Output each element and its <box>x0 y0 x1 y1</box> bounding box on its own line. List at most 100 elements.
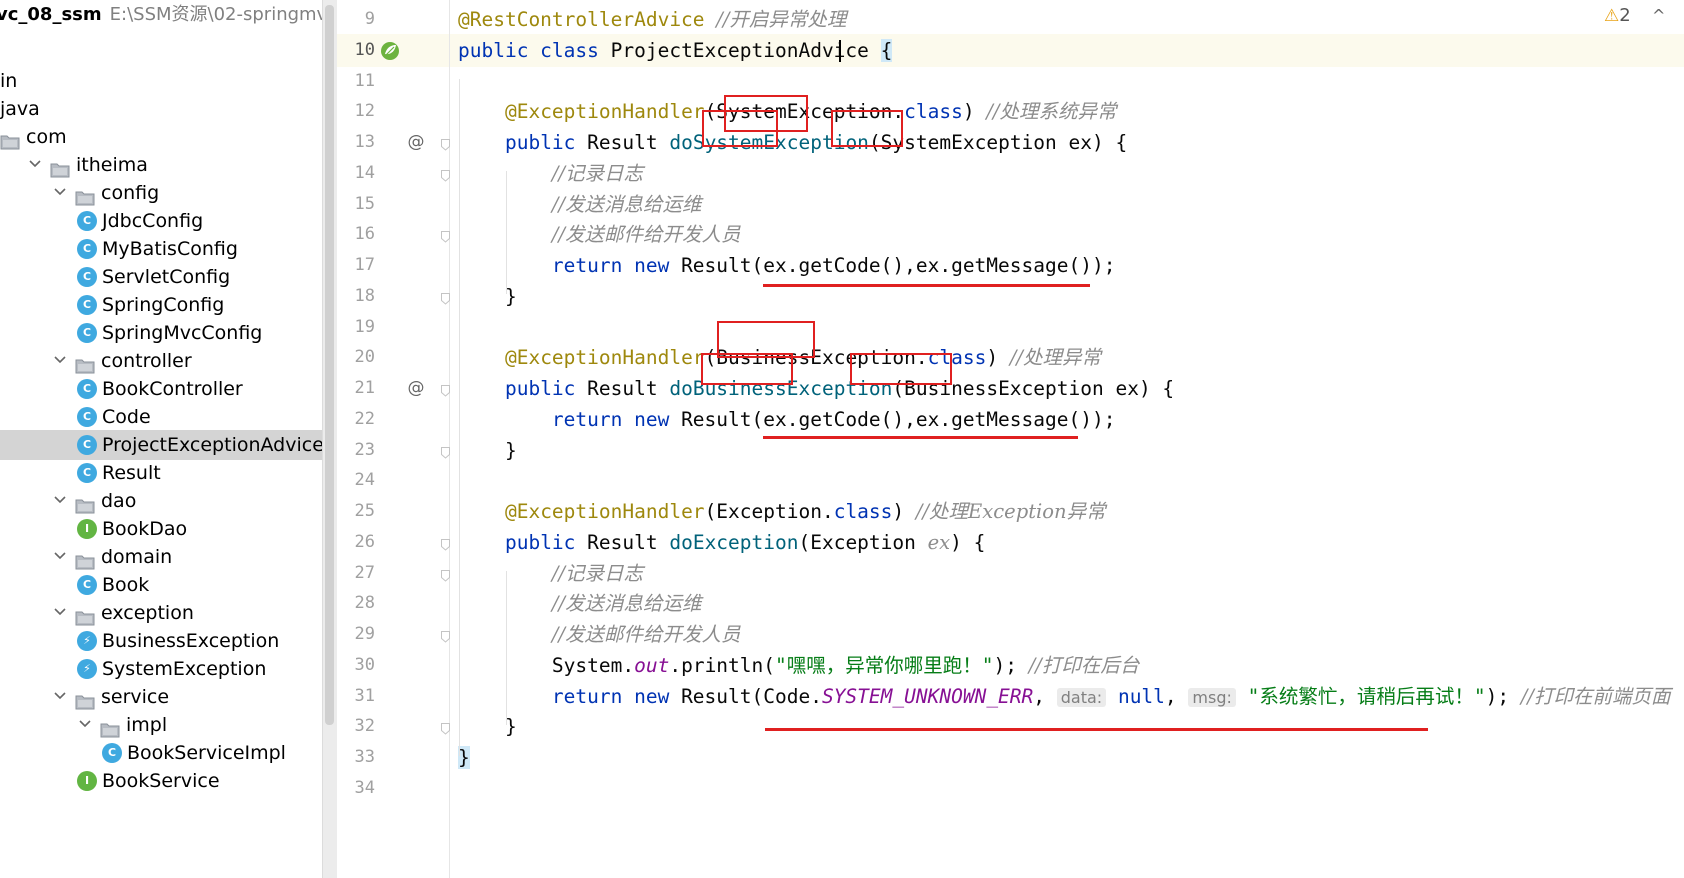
gutter-line: 21 @ <box>337 372 450 405</box>
project-tree[interactable]: vc_08_ssm E:\SSM资源\02-springmvc\d in java c… <box>0 0 322 878</box>
tree-item[interactable]: config <box>0 178 322 208</box>
chevron-down-icon[interactable] <box>52 682 70 712</box>
code-token: Result <box>587 377 670 400</box>
code-line[interactable]: } <box>450 710 1684 743</box>
code-line[interactable] <box>450 65 1684 98</box>
override-icon[interactable]: @ <box>407 133 425 151</box>
fold-icon[interactable] <box>441 167 450 182</box>
fold-icon[interactable] <box>441 444 450 459</box>
fold-icon[interactable] <box>441 228 450 243</box>
tree-item[interactable]: C SpringConfig <box>0 290 322 320</box>
fold-icon[interactable] <box>441 536 450 551</box>
chevron-down-icon[interactable] <box>52 542 70 572</box>
tree-item[interactable]: dao <box>0 486 322 516</box>
code-token: Result(ex.getCode(),ex.getMessage()); <box>681 254 1116 277</box>
fold-icon[interactable] <box>441 136 450 151</box>
code-line[interactable]: public Result doSystemException(SystemEx… <box>450 126 1684 159</box>
tree-item[interactable]: C ProjectExceptionAdvice <box>0 430 322 460</box>
collapse-icon[interactable]: ^ <box>1652 4 1665 28</box>
code-line[interactable]: //发送邮件给开发人员 <box>450 218 1684 251</box>
tree-item[interactable]: ⚡ BusinessException <box>0 626 322 656</box>
inspection-widget[interactable]: ⚠2 <box>1604 4 1631 28</box>
fold-icon[interactable] <box>441 382 450 397</box>
chevron-down-icon[interactable] <box>52 346 70 376</box>
tree-item-label: BookService <box>102 770 220 792</box>
code-line[interactable]: public class ProjectExceptionAdvice { <box>450 33 1684 67</box>
code-line[interactable]: System.out.println("嘿嘿，异常你哪里跑！"); //打印在后… <box>450 649 1684 682</box>
code-line[interactable]: } <box>450 741 1684 774</box>
code-token: //发送邮件给开发人员 <box>551 623 741 646</box>
code-line[interactable]: return new Result(ex.getCode(),ex.getMes… <box>450 403 1684 436</box>
tree-item[interactable]: C Result <box>0 458 322 488</box>
tree-item[interactable]: ⚡ SystemException <box>0 654 322 684</box>
class-icon: C <box>77 295 97 315</box>
fold-icon[interactable] <box>441 628 450 643</box>
code-line[interactable]: return new Result(Code.SYSTEM_UNKNOWN_ER… <box>450 680 1684 713</box>
tree-item[interactable]: C JdbcConfig <box>0 206 322 236</box>
tree-item[interactable]: C SpringMvcConfig <box>0 318 322 348</box>
code-line[interactable]: //发送邮件给开发人员 <box>450 618 1684 651</box>
code-line[interactable] <box>450 464 1684 497</box>
code-line[interactable]: public Result doException(Exception ex) … <box>450 526 1684 559</box>
gutter-line: 28 <box>337 587 449 620</box>
code-line[interactable] <box>450 311 1684 344</box>
tree-scrollbar[interactable] <box>322 0 337 878</box>
override-icon[interactable]: @ <box>407 379 425 397</box>
gutter-line: 27 <box>337 557 450 590</box>
tree-item[interactable]: C Code <box>0 402 322 432</box>
tree-item[interactable]: C BookController <box>0 374 322 404</box>
code-editor[interactable]: @RestControllerAdvice //开启异常处理 public cla… <box>450 0 1684 878</box>
tree-item-label: JdbcConfig <box>102 210 204 232</box>
tree-item[interactable]: java <box>0 94 322 124</box>
code-line[interactable]: @ExceptionHandler(BusinessException.clas… <box>450 341 1684 374</box>
code-line[interactable] <box>450 772 1684 805</box>
code-line[interactable]: @ExceptionHandler(SystemException.class)… <box>450 95 1684 128</box>
tree-item[interactable]: itheima <box>0 150 322 180</box>
tree-item[interactable]: in <box>0 66 322 96</box>
chevron-down-icon[interactable] <box>52 598 70 628</box>
fold-icon[interactable] <box>441 720 450 735</box>
line-number: 30 <box>354 654 375 675</box>
code-token: null <box>1117 684 1165 708</box>
fold-icon[interactable] <box>441 567 450 582</box>
tree-item-label: BusinessException <box>102 630 280 652</box>
tree-scrollbar-thumb[interactable] <box>325 5 334 725</box>
gutter-line: 16 <box>337 218 450 251</box>
chevron-down-icon[interactable] <box>52 486 70 516</box>
text-caret <box>839 39 841 62</box>
tree-item[interactable]: service <box>0 682 322 712</box>
tree-item[interactable]: I BookDao <box>0 514 322 544</box>
parameter-hint: data: <box>1056 687 1107 707</box>
tree-item[interactable]: C BookServiceImpl <box>0 738 322 768</box>
tree-item[interactable]: C Book <box>0 570 322 600</box>
tree-item[interactable]: com <box>0 122 322 152</box>
gutter-line: 13 @ <box>337 126 450 159</box>
tree-item[interactable]: exception <box>0 598 322 628</box>
tree-item[interactable]: C ServletConfig <box>0 262 322 292</box>
code-line[interactable]: public Result doBusinessException(Busine… <box>450 372 1684 405</box>
code-line[interactable]: //记录日志 <box>450 557 1684 590</box>
chevron-down-icon[interactable] <box>77 710 95 740</box>
code-line[interactable]: return new Result(ex.getCode(),ex.getMes… <box>450 249 1684 282</box>
gutter-line: 34 <box>337 772 449 805</box>
code-line[interactable]: //发送消息给运维 <box>450 587 1684 620</box>
tree-item[interactable]: C MyBatisConfig <box>0 234 322 264</box>
code-token: Result <box>587 131 670 154</box>
code-text: @RestControllerAdvice //开启异常处理 <box>458 3 846 36</box>
fold-icon[interactable] <box>441 290 450 305</box>
tree-item[interactable]: controller <box>0 346 322 376</box>
chevron-down-icon[interactable] <box>27 150 45 180</box>
code-line[interactable]: //发送消息给运维 <box>450 188 1684 221</box>
code-line[interactable]: @ExceptionHandler(Exception.class) //处理E… <box>450 495 1684 528</box>
code-line[interactable]: //记录日志 <box>450 157 1684 190</box>
tree-item-label: in <box>0 70 18 92</box>
highlight-underline <box>763 284 1090 287</box>
code-line[interactable]: @RestControllerAdvice //开启异常处理 <box>450 3 1684 36</box>
tree-item[interactable]: domain <box>0 542 322 572</box>
tree-item[interactable]: I BookService <box>0 766 322 796</box>
tree-item[interactable]: impl <box>0 710 322 740</box>
spring-bean-icon[interactable] <box>379 40 401 62</box>
chevron-down-icon[interactable] <box>52 178 70 208</box>
